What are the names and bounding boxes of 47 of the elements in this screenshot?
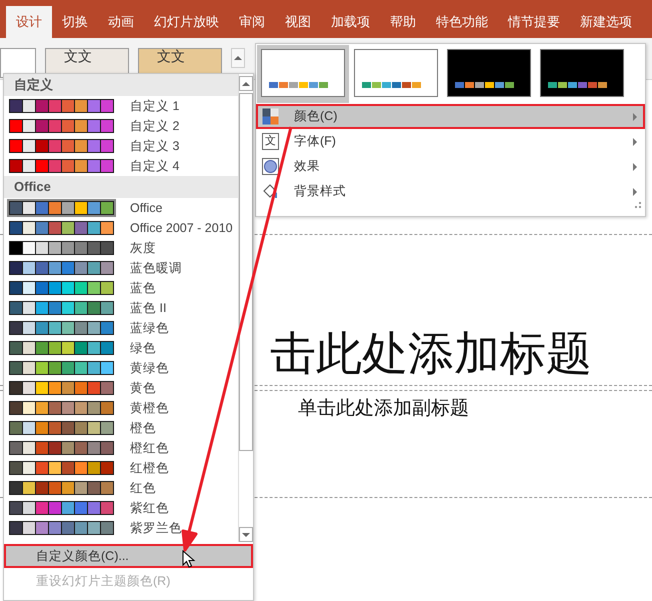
color-scheme-item[interactable]: Office: [4, 198, 238, 218]
color-scheme-item[interactable]: 黄绿色: [4, 358, 238, 378]
ribbon-tab[interactable]: 特色功能: [426, 6, 498, 38]
resize-grip-icon[interactable]: [634, 200, 642, 209]
ribbon-tab[interactable]: 审阅: [229, 6, 275, 38]
group-header: 自定义: [4, 74, 238, 96]
palette-icon: [262, 108, 279, 125]
ribbon-tab[interactable]: 视图: [275, 6, 321, 38]
color-scheme-item[interactable]: 蓝色 II: [4, 298, 238, 318]
ribbon-tab[interactable]: 加载项: [321, 6, 380, 38]
color-scheme-item[interactable]: 紫罗兰色: [4, 518, 238, 538]
color-scheme-item[interactable]: 橙色: [4, 418, 238, 438]
color-scheme-item[interactable]: 紫红色: [4, 498, 238, 518]
menu-command[interactable]: 自定义颜色(C)...: [4, 544, 253, 568]
color-scheme-item[interactable]: 黄橙色: [4, 398, 238, 418]
color-scheme-item[interactable]: 红橙色: [4, 458, 238, 478]
submenu-arrow-icon: [633, 188, 637, 196]
color-scheme-item[interactable]: 蓝色: [4, 278, 238, 298]
circle-icon: [262, 158, 279, 175]
ribbon-tab[interactable]: 新建选项: [570, 6, 642, 38]
color-scheme-item[interactable]: 红色: [4, 478, 238, 498]
ribbon-tab[interactable]: 情节提要: [498, 6, 570, 38]
menu-item[interactable]: 颜色(C): [256, 104, 645, 129]
scrollbar-thumb[interactable]: [239, 93, 253, 451]
submenu-arrow-icon: [633, 162, 637, 170]
color-scheme-item[interactable]: 自定义 1: [4, 96, 238, 116]
color-scheme-item[interactable]: 蓝绿色: [4, 318, 238, 338]
ribbon-tab[interactable]: 幻灯片放映: [144, 6, 229, 38]
color-scheme-item[interactable]: 橙红色: [4, 438, 238, 458]
submenu-arrow-icon: [633, 138, 637, 146]
group-header: Office: [4, 176, 238, 198]
scroll-down-button[interactable]: [239, 527, 253, 542]
scroll-up-button[interactable]: [239, 76, 253, 91]
color-scheme-item[interactable]: 蓝色暖调: [4, 258, 238, 278]
ribbon-tab[interactable]: 帮助: [380, 6, 426, 38]
color-scheme-item[interactable]: 自定义 3: [4, 136, 238, 156]
font-icon: 文: [262, 133, 279, 150]
color-scheme-item[interactable]: 自定义 2: [4, 116, 238, 136]
scroll-up-button[interactable]: [231, 48, 245, 68]
color-scheme-item[interactable]: 绿色: [4, 338, 238, 358]
color-scheme-item[interactable]: 灰度: [4, 238, 238, 258]
ribbon-tab[interactable]: 设计: [6, 6, 52, 38]
mouse-pointer-icon: [182, 550, 196, 568]
color-scheme-item[interactable]: 自定义 4: [4, 156, 238, 176]
submenu-arrow-icon: [633, 112, 637, 120]
ribbon-tab[interactable]: 切换: [52, 6, 98, 38]
ribbon-tab[interactable]: 动画: [98, 6, 144, 38]
